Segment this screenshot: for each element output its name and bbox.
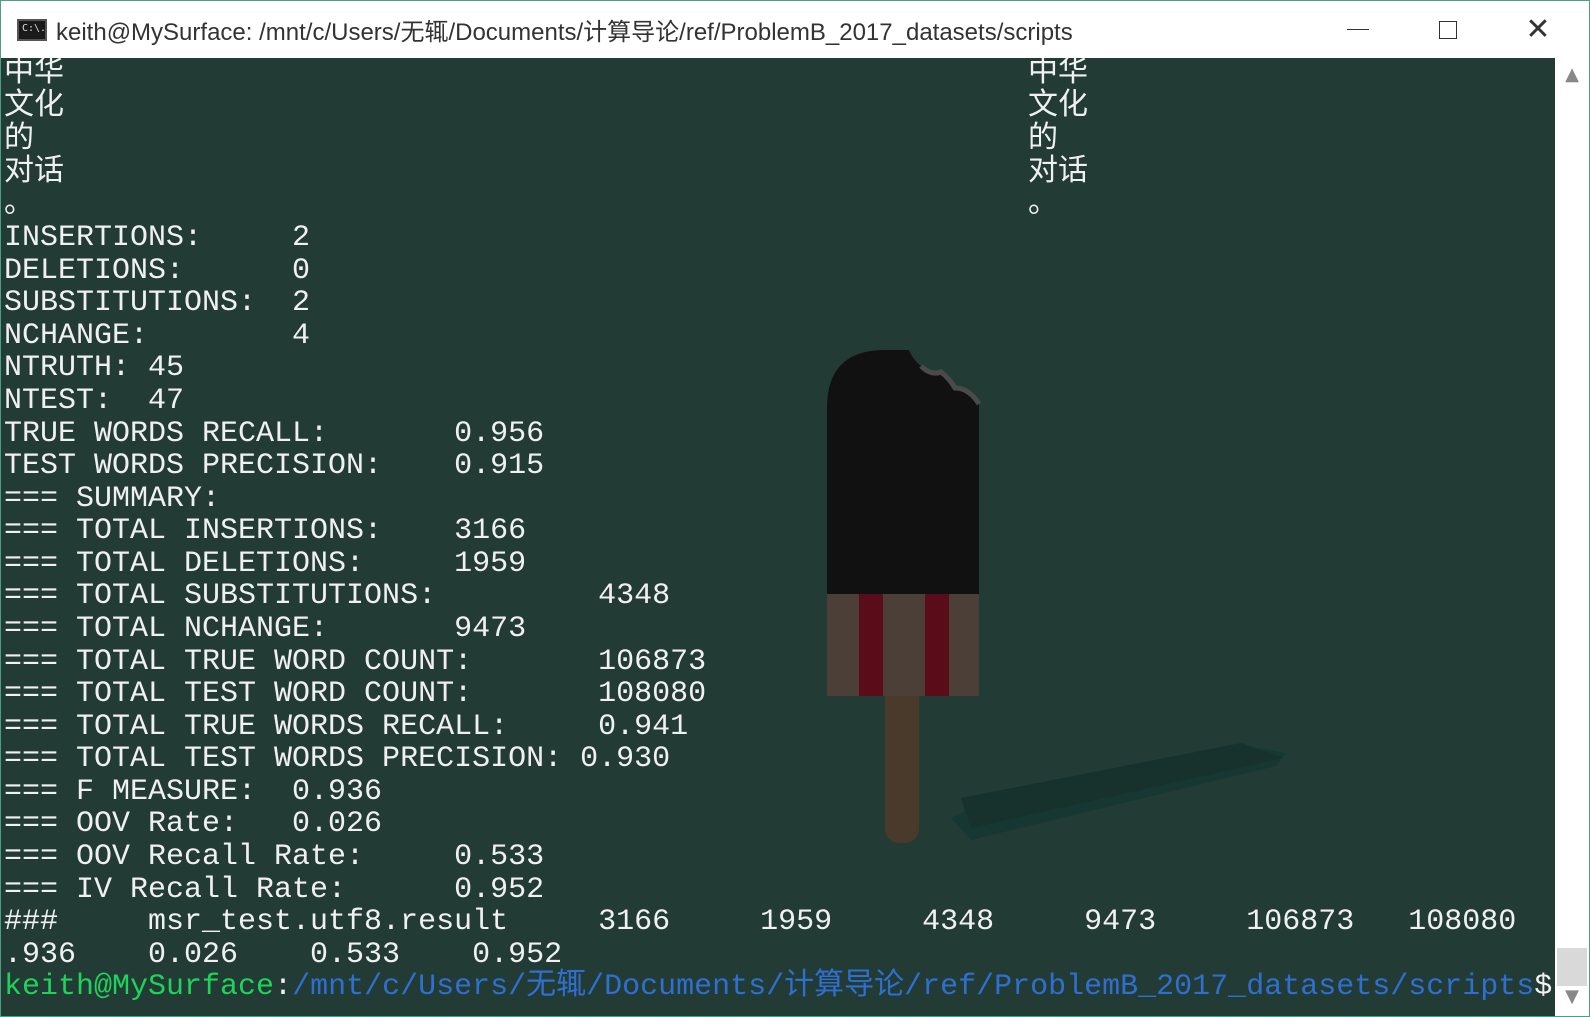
- scroll-down-icon[interactable]: ▼: [1555, 986, 1589, 1010]
- maximize-icon: [1439, 20, 1457, 39]
- terminal-output[interactable]: 中华 文化 的 对话 。 中华 文化 的 对话 。 INSERTIONS: 2 …: [1, 58, 1555, 1016]
- right-text-line: 文化: [1028, 90, 1088, 124]
- right-text-line: 对话: [1028, 156, 1088, 190]
- output-line: === TOTAL TEST WORDS PRECISION: 0.930: [4, 742, 671, 776]
- prompt-separator: :: [274, 970, 293, 1004]
- title-bar[interactable]: C:\. keith@MySurface: /mnt/c/Users/无辄/Do…: [1, 1, 1589, 58]
- output-line: SUBSTITUTIONS: 2: [4, 286, 311, 320]
- close-icon: ✕: [1525, 11, 1551, 47]
- output-line: DELETIONS: 0: [4, 254, 311, 288]
- output-line: === OOV Rate: 0.026: [4, 807, 383, 841]
- output-line: TRUE WORDS RECALL: 0.956: [4, 417, 545, 451]
- output-line: === TOTAL SUBSTITUTIONS: 4348: [4, 579, 671, 613]
- prompt-user: keith@MySurface: [4, 970, 275, 1004]
- output-line: NTRUTH: 45: [4, 351, 185, 385]
- output-line: === TOTAL DELETIONS: 1959: [4, 547, 527, 581]
- output-line: === TOTAL NCHANGE: 9473: [4, 612, 527, 646]
- output-line: NCHANGE: 4: [4, 319, 311, 353]
- output-line: === TOTAL INSERTIONS: 3166: [4, 514, 527, 548]
- output-line: ### msr_test.utf8.result 3166 1959 4348 …: [4, 905, 1517, 939]
- prompt-path: /mnt/c/Users/无辄/Documents/计算导论/ref/Probl…: [292, 970, 1535, 1004]
- output-line: INSERTIONS: 2: [4, 221, 311, 255]
- right-text-line: 中华: [1028, 58, 1088, 91]
- terminal-window: C:\. keith@MySurface: /mnt/c/Users/无辄/Do…: [0, 0, 1590, 1017]
- output-line: === OOV Recall Rate: 0.533: [4, 840, 545, 874]
- output-line: TEST WORDS PRECISION: 0.915: [4, 449, 545, 483]
- prompt-symbol: $: [1534, 970, 1553, 1004]
- vertical-scrollbar[interactable]: ▲ ▼: [1555, 58, 1589, 1016]
- output-line: === IV Recall Rate: 0.952: [4, 873, 545, 907]
- close-button[interactable]: ✕: [1493, 1, 1583, 58]
- shell-prompt[interactable]: keith@MySurface:/mnt/c/Users/无辄/Document…: [4, 971, 1552, 1003]
- left-text-line: 。: [4, 188, 34, 222]
- output-line: === TOTAL TRUE WORD COUNT: 106873: [4, 645, 707, 679]
- output-line: === TOTAL TEST WORD COUNT: 108080: [4, 677, 707, 711]
- right-text-line: 。: [1028, 188, 1058, 222]
- output-line: === TOTAL TRUE WORDS RECALL: 0.941: [4, 710, 689, 744]
- output-line: .936 0.026 0.533 0.952: [4, 938, 563, 972]
- left-text-line: 的: [4, 123, 34, 157]
- maximize-button[interactable]: [1403, 1, 1493, 58]
- minimize-button[interactable]: [1313, 1, 1403, 58]
- terminal-icon[interactable]: C:\.: [17, 18, 47, 41]
- right-text-line: 的: [1028, 123, 1058, 157]
- left-text-line: 中华: [4, 58, 64, 91]
- output-line: NTEST: 47: [4, 384, 185, 418]
- output-line: === F MEASURE: 0.936: [4, 775, 383, 809]
- scrollbar-thumb[interactable]: [1557, 948, 1587, 986]
- scroll-up-icon[interactable]: ▲: [1555, 64, 1589, 88]
- left-text-line: 文化: [4, 90, 64, 124]
- window-title: keith@MySurface: /mnt/c/Users/无辄/Documen…: [56, 19, 1073, 46]
- popsicle-illustration: [827, 350, 1286, 843]
- minimize-icon: [1347, 29, 1369, 30]
- left-text-line: 对话: [4, 156, 64, 190]
- output-line: === SUMMARY:: [4, 482, 221, 516]
